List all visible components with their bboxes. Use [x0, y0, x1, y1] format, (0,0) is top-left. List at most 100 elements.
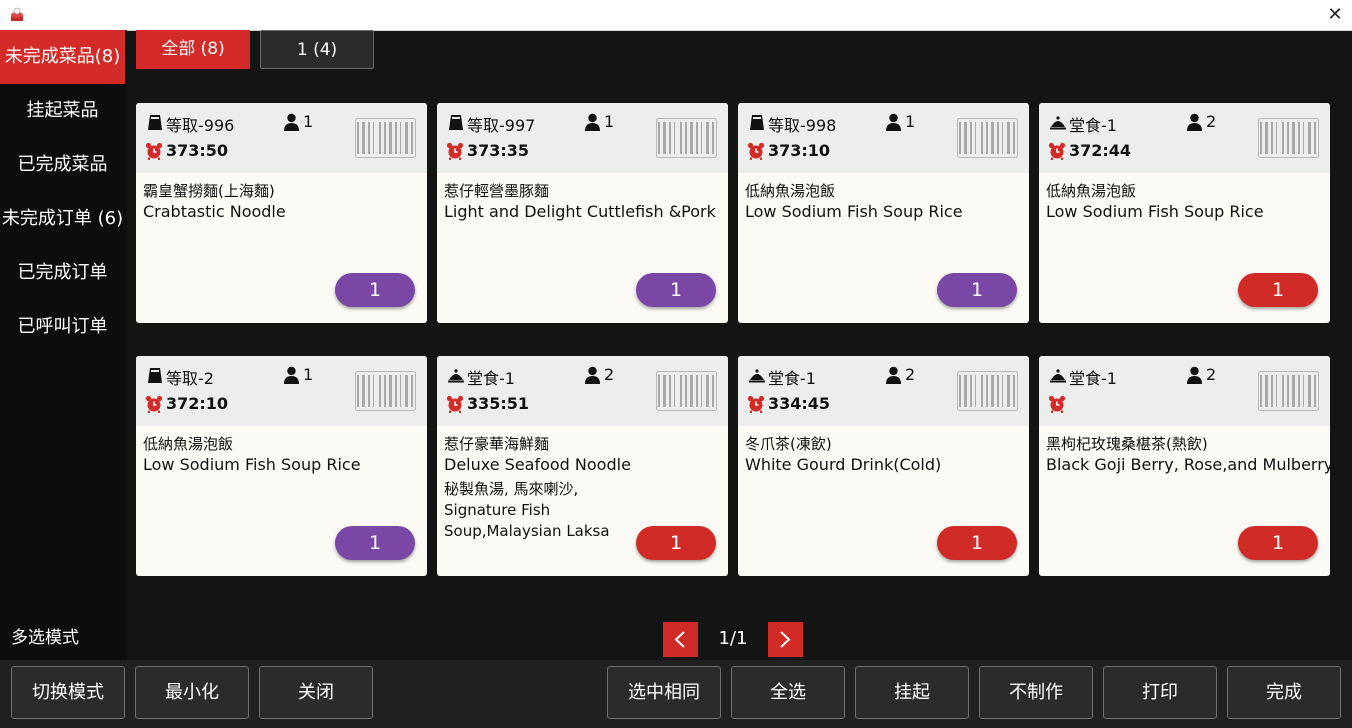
order-number: 等取-997 [467, 116, 536, 135]
dish-name-chinese: 低納魚湯泡飯 [143, 435, 234, 453]
quantity-button[interactable]: 1 [335, 526, 415, 560]
sidebar-item-completed-dishes[interactable]: 已完成菜品 [0, 138, 125, 192]
guest-count: 2 [1206, 365, 1217, 384]
suspend-button[interactable]: 挂起 [855, 666, 969, 719]
quantity-button[interactable]: 1 [335, 273, 415, 307]
barcode-icon [957, 371, 1018, 411]
dish-card[interactable]: 等取-998 1 373:10 低納魚湯泡飯 Low Sodium Fish Soup … [738, 103, 1029, 323]
alarm-clock-icon [1048, 142, 1066, 160]
select-same-button[interactable]: 选中相同 [607, 666, 721, 719]
alarm-clock-icon [747, 395, 765, 413]
dish-card[interactable]: 堂食-1 2 372:44 低納魚湯泡飯 Low Sodium Fish Soup Ri… [1039, 103, 1330, 323]
dish-name-english: Black Goji Berry, Rose,and Mulberry [1046, 455, 1330, 474]
quantity-button[interactable]: 1 [937, 273, 1017, 307]
tab-all[interactable]: 全部 (8) [136, 30, 250, 69]
sidebar-item-pending-dishes[interactable]: 未完成菜品(8) [0, 30, 125, 84]
switch-mode-button[interactable]: 切换模式 [11, 666, 125, 719]
complete-button[interactable]: 完成 [1227, 666, 1341, 719]
guest-count: 2 [1206, 112, 1217, 131]
do-not-make-button[interactable]: 不制作 [979, 666, 1093, 719]
order-number: 堂食-1 [1069, 369, 1117, 388]
quantity-button[interactable]: 1 [636, 273, 716, 307]
barcode-icon [656, 371, 717, 411]
multi-select-mode-toggle[interactable]: 多选模式 [11, 623, 79, 648]
minimize-button[interactable]: 最小化 [135, 666, 249, 719]
card-header: 等取-998 1 373:10 [738, 103, 1029, 173]
dish-card[interactable]: 堂食-1 2 334:45 冬爪茶(凍飲) White Gourd Drink(Cold… [738, 356, 1029, 576]
close-window-button[interactable]: ✕ [1324, 4, 1346, 26]
dish-card[interactable]: 等取-997 1 373:35 惹仔輕營墨豚麵 Light and Delight Cu… [437, 103, 728, 323]
elapsed-timer: 335:51 [467, 394, 530, 413]
prev-page-button[interactable] [663, 622, 698, 657]
alarm-clock-icon [747, 142, 765, 160]
serving-cloche-icon [1050, 369, 1066, 383]
chevron-left-icon [674, 631, 685, 648]
sidebar: 未完成菜品(8) 挂起菜品 已完成菜品 未完成订单 (6) 已完成订单 已呼叫订… [0, 30, 127, 660]
elapsed-timer: 372:10 [166, 394, 229, 413]
elapsed-timer: 373:35 [467, 141, 530, 160]
guest-count: 2 [604, 365, 615, 384]
serving-cloche-icon [448, 369, 464, 383]
print-button[interactable]: 打印 [1103, 666, 1217, 719]
card-header: 等取-2 1 372:10 [136, 356, 427, 426]
takeaway-bag-icon [148, 115, 162, 130]
page-indicator: 1/1 [718, 628, 748, 649]
guest-count: 1 [604, 112, 615, 131]
order-number: 堂食-1 [768, 369, 816, 388]
person-icon [585, 113, 600, 131]
alarm-clock-icon [446, 142, 464, 160]
dish-card[interactable]: 堂食-1 2 335:51 惹仔豪華海鮮麵 Deluxe Seafood Noodle … [437, 356, 728, 576]
dish-name-chinese: 低納魚湯泡飯 [745, 182, 836, 200]
sidebar-item-pending-orders[interactable]: 未完成订单 (6) [0, 192, 125, 246]
guest-count: 2 [905, 365, 916, 384]
alarm-clock-icon [145, 395, 163, 413]
quantity-button[interactable]: 1 [1238, 526, 1318, 560]
order-number: 堂食-1 [1069, 116, 1117, 135]
dish-name-chinese: 低納魚湯泡飯 [1046, 182, 1137, 200]
dish-card[interactable]: 堂食-1 2 黑枸杞玫瑰桑椹茶(熱飲) Black Goji Berry, Rose,… [1039, 356, 1330, 576]
dish-name-chinese: 黑枸杞玫瑰桑椹茶(熱飲) [1046, 435, 1208, 453]
barcode-icon [1258, 371, 1319, 411]
takeaway-bag-icon [148, 368, 162, 383]
card-header: 堂食-1 2 334:45 [738, 356, 1029, 426]
sidebar-item-suspended-dishes[interactable]: 挂起菜品 [0, 84, 125, 138]
select-all-button[interactable]: 全选 [731, 666, 845, 719]
dish-name-english: White Gourd Drink(Cold) [745, 455, 942, 474]
quantity-button[interactable]: 1 [1238, 273, 1318, 307]
card-header: 堂食-1 2 [1039, 356, 1330, 426]
dish-name-english: Crabtastic Noodle [143, 202, 286, 221]
dish-name-english: Low Sodium Fish Soup Rice [143, 455, 361, 474]
elapsed-timer: 373:10 [768, 141, 831, 160]
quantity-button[interactable]: 1 [937, 526, 1017, 560]
alarm-clock-icon [446, 395, 464, 413]
dish-card[interactable]: 等取-996 1 373:50 霸皇蟹撈麵(上海麵) Crabtastic Noodle… [136, 103, 427, 323]
dish-name-chinese: 冬爪茶(凍飲) [745, 435, 832, 453]
card-header: 堂食-1 2 335:51 [437, 356, 728, 426]
elapsed-timer: 334:45 [768, 394, 831, 413]
sidebar-item-completed-orders[interactable]: 已完成订单 [0, 246, 125, 300]
barcode-icon [355, 118, 416, 158]
quantity-button[interactable]: 1 [636, 526, 716, 560]
next-page-button[interactable] [768, 622, 803, 657]
chevron-right-icon [780, 631, 791, 648]
elapsed-timer: 373:50 [166, 141, 229, 160]
order-number: 等取-998 [768, 116, 837, 135]
person-icon [284, 113, 299, 131]
takeaway-bag-icon [750, 115, 764, 130]
sidebar-item-called-orders[interactable]: 已呼叫订单 [0, 300, 125, 354]
order-number: 等取-996 [166, 116, 235, 135]
close-button[interactable]: 关闭 [259, 666, 373, 719]
dish-name-chinese: 惹仔輕營墨豚麵 [444, 182, 550, 200]
barcode-icon [656, 118, 717, 158]
person-icon [886, 113, 901, 131]
person-icon [886, 366, 901, 384]
title-bar: ✕ [0, 0, 1352, 31]
app-icon [11, 7, 23, 21]
dish-modifiers: 秘製魚湯, 馬來喇沙, Signature Fish Soup,Malaysia… [444, 480, 610, 540]
guest-count: 1 [303, 112, 314, 131]
serving-cloche-icon [749, 369, 765, 383]
dish-name-chinese: 霸皇蟹撈麵(上海麵) [143, 182, 275, 200]
card-header: 等取-997 1 373:35 [437, 103, 728, 173]
dish-card[interactable]: 等取-2 1 372:10 低納魚湯泡飯 Low Sodium Fish Soup Ri… [136, 356, 427, 576]
tab-station-1[interactable]: 1 (4) [260, 30, 374, 69]
